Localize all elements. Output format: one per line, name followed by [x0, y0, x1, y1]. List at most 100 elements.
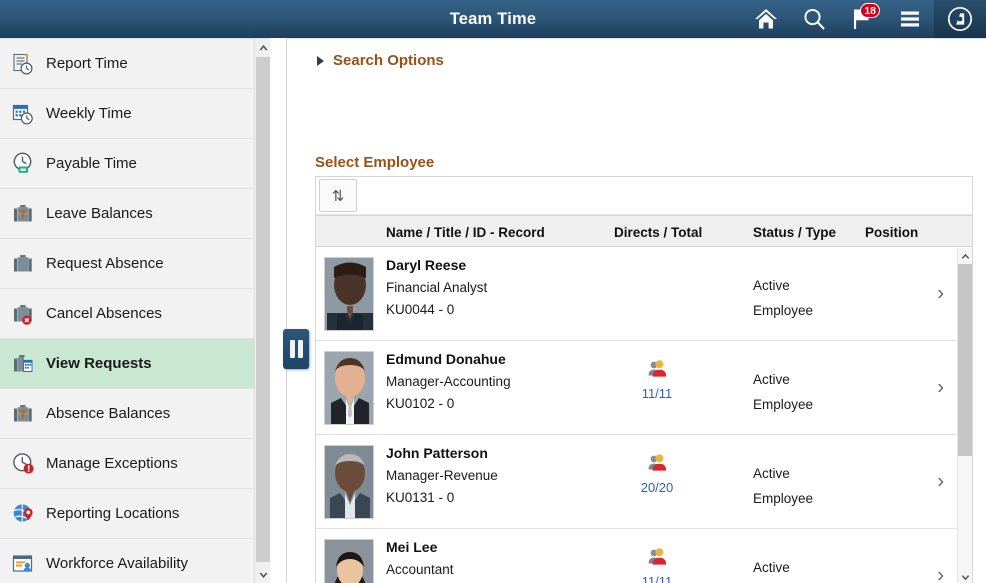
header-icon-group: 18 [742, 0, 986, 38]
notification-badge: 18 [860, 3, 880, 18]
type-value: Employee [753, 486, 813, 511]
main-content: Search Options Select Employee ⇅ Name / … [286, 38, 986, 583]
sidebar-item-weekly-time[interactable]: Weekly Time [0, 89, 270, 139]
sort-button[interactable]: ⇅ [319, 179, 357, 212]
employee-name: Mei Lee [386, 539, 454, 555]
sidebar-item-workforce-availability[interactable]: Workforce Availability [0, 539, 270, 583]
employee-id: KU0131 - 0 [386, 490, 498, 505]
search-icon[interactable] [790, 0, 838, 38]
table-row[interactable]: John Patterson Manager-Revenue KU0131 - … [316, 435, 972, 529]
sidebar-item-label: Request Absence [46, 255, 164, 272]
grid-scroll-up-icon[interactable] [958, 248, 972, 263]
column-header-directs: Directs / Total [614, 216, 702, 248]
table-row[interactable]: Edmund Donahue Manager-Accounting KU0102… [316, 341, 972, 435]
directs-cell[interactable]: 11/11 [614, 547, 700, 583]
sidebar-scrollbar[interactable] [254, 39, 270, 583]
grid-scroll-down-icon[interactable] [958, 570, 972, 583]
employee-info: Mei Lee Accountant KU0076 - 0 [386, 539, 454, 583]
report-time-icon [8, 49, 38, 79]
sidebar-item-view-requests[interactable]: View Requests [0, 339, 270, 389]
chevron-right-icon [317, 56, 324, 66]
sidebar-item-label: View Requests [46, 355, 152, 372]
directs-cell[interactable]: 20/20 [614, 453, 700, 495]
employee-grid: ⇅ Name / Title / ID - Record Directs / T… [315, 176, 973, 583]
employee-id: KU0044 - 0 [386, 302, 487, 317]
employee-title: Manager-Accounting [386, 374, 511, 389]
avatar [324, 257, 374, 331]
notifications-flag-icon[interactable]: 18 [838, 0, 886, 38]
search-options-label: Search Options [333, 52, 444, 69]
directs-count[interactable]: 20/20 [614, 480, 700, 495]
sidebar-collapse-handle[interactable] [283, 329, 309, 369]
chevron-right-icon[interactable]: › [937, 282, 944, 305]
type-value: Employee [753, 298, 813, 323]
grid-row-list: Daryl Reese Financial Analyst KU0044 - 0… [316, 247, 972, 583]
table-row[interactable]: Daryl Reese Financial Analyst KU0044 - 0… [316, 247, 972, 341]
sidebar-scroll-down-icon[interactable] [255, 567, 270, 583]
chevron-right-icon[interactable]: › [937, 470, 944, 493]
grid-scrollbar[interactable] [957, 248, 972, 583]
manage-exceptions-icon [8, 449, 38, 479]
sidebar-item-label: Absence Balances [46, 405, 170, 422]
sidebar-item-label: Cancel Absences [46, 305, 162, 322]
chevron-right-icon[interactable]: › [937, 564, 944, 583]
status-cell: Active Employee [753, 367, 813, 417]
sidebar-item-report-time[interactable]: Report Time [0, 39, 270, 89]
column-header-status: Status / Type [753, 216, 836, 248]
sidebar-item-cancel-absences[interactable]: Cancel Absences [0, 289, 270, 339]
weekly-time-icon [8, 99, 38, 129]
directs-count[interactable]: 11/11 [614, 386, 700, 401]
actions-menu-icon[interactable] [886, 0, 934, 38]
employee-title: Accountant [386, 562, 454, 577]
employee-info: John Patterson Manager-Revenue KU0131 - … [386, 445, 498, 505]
avatar [324, 539, 374, 583]
app-header: Team Time 18 [0, 0, 986, 38]
sidebar-item-payable-time[interactable]: Payable Time [0, 139, 270, 189]
sidebar-item-reporting-locations[interactable]: Reporting Locations [0, 489, 270, 539]
sidebar-item-label: Payable Time [46, 155, 137, 172]
sidebar-item-request-absence[interactable]: Request Absence [0, 239, 270, 289]
status-value: Active [753, 555, 813, 580]
workforce-availability-icon [8, 549, 38, 579]
status-cell: Active Employee [753, 273, 813, 323]
directs-group-icon [646, 460, 668, 477]
status-cell: Active Employee [753, 461, 813, 511]
app-window: Team Time 18 [0, 0, 986, 583]
type-value: Employee [753, 392, 813, 417]
sidebar-item-label: Leave Balances [46, 205, 153, 222]
sidebar-item-manage-exceptions[interactable]: Manage Exceptions [0, 439, 270, 489]
directs-group-icon [646, 366, 668, 383]
employee-name: Edmund Donahue [386, 351, 511, 367]
chevron-right-icon[interactable]: › [937, 376, 944, 399]
employee-title: Manager-Revenue [386, 468, 498, 483]
sidebar-item-label: Report Time [46, 55, 128, 72]
sidebar-item-absence-balances[interactable]: Absence Balances [0, 389, 270, 439]
avatar [324, 351, 374, 425]
sidebar-scroll-thumb[interactable] [256, 57, 270, 562]
request-absence-icon [8, 249, 38, 279]
cancel-absences-icon [8, 299, 38, 329]
directs-cell[interactable]: 11/11 [614, 359, 700, 401]
column-header-position: Position [865, 216, 918, 248]
status-value: Active [753, 367, 813, 392]
status-cell: Active Employee [753, 555, 813, 583]
sidebar-item-label: Manage Exceptions [46, 455, 178, 472]
sidebar-scroll-up-icon[interactable] [255, 39, 270, 56]
sidebar-item-label: Weekly Time [46, 105, 132, 122]
absence-balances-icon [8, 399, 38, 429]
sidebar-item-label: Workforce Availability [46, 555, 188, 572]
sidebar-item-label: Reporting Locations [46, 505, 179, 522]
employee-id: KU0102 - 0 [386, 396, 511, 411]
nav-bar-icon[interactable] [934, 0, 986, 38]
grid-header-row: Name / Title / ID - Record Directs / Tot… [316, 215, 972, 247]
search-options-toggle[interactable]: Search Options [317, 52, 444, 69]
directs-count[interactable]: 11/11 [614, 574, 700, 583]
table-row[interactable]: Mei Lee Accountant KU0076 - 0 [316, 529, 972, 583]
payable-time-icon [8, 149, 38, 179]
body-area: Report Time [0, 38, 986, 583]
view-requests-icon [8, 349, 38, 379]
select-employee-heading: Select Employee [315, 154, 434, 171]
home-icon[interactable] [742, 0, 790, 38]
sidebar-item-leave-balances[interactable]: Leave Balances [0, 189, 270, 239]
grid-scroll-thumb[interactable] [958, 264, 972, 456]
